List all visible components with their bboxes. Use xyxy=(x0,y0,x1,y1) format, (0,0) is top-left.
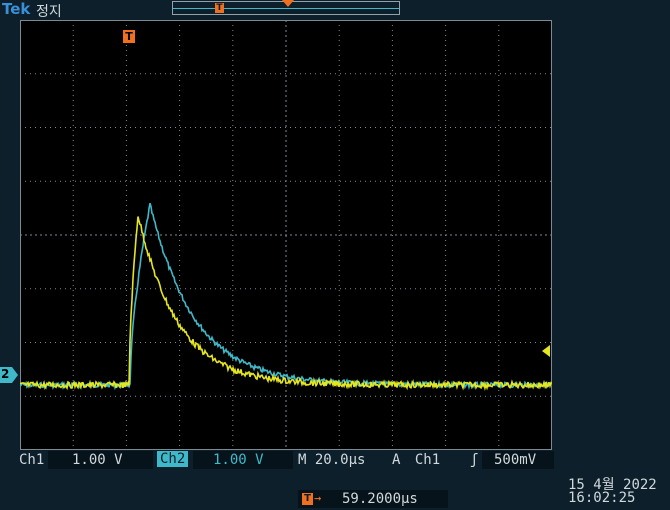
arrow-right-icon: → xyxy=(314,491,322,505)
ch2-scale: 1.00 V xyxy=(213,452,264,468)
trigger-source-readout[interactable]: A Ch1 xyxy=(392,452,440,468)
ch1-scale: 1.00 V xyxy=(72,452,123,468)
trigger-source: Ch1 xyxy=(414,452,441,468)
trigger-level-marker-icon xyxy=(542,345,550,357)
ch2-ground-marker: 2 xyxy=(0,367,18,383)
ch1-label[interactable]: Ch1 xyxy=(19,452,44,468)
trigger-position-value: 59.2000µs xyxy=(342,491,418,507)
record-line xyxy=(173,8,399,9)
trigger-level-box[interactable]: ʃ 500mV xyxy=(470,451,554,469)
graticule-svg xyxy=(20,20,552,450)
ch2-ground-label: 2 xyxy=(1,367,10,381)
trigger-position-readout[interactable]: T → 59.2000µs xyxy=(298,490,448,508)
ch1-waveform xyxy=(20,216,552,391)
ch2-scale-box[interactable]: 1.00 V xyxy=(193,451,293,469)
ch2-label[interactable]: Ch2 xyxy=(157,451,189,467)
record-trigger-marker: T xyxy=(215,3,224,13)
horizontal-scale[interactable]: M 20.0µs xyxy=(298,452,365,468)
trigger-level: 500mV xyxy=(494,452,537,468)
waveform-display xyxy=(20,20,552,450)
trigger-position-icon: T xyxy=(302,493,313,505)
readout-bar: Ch1 1.00 V Ch2 1.00 V M 20.0µs A Ch1 ʃ 5… xyxy=(0,450,670,510)
trigger-position-arrow-icon xyxy=(282,0,294,7)
ch1-scale-box[interactable]: 1.00 V xyxy=(48,451,153,469)
tek-logo: Tek xyxy=(2,0,31,18)
top-status-bar: Tek 정지 T xyxy=(0,0,670,20)
acquisition-status: 정지 xyxy=(36,4,62,20)
trigger-mode: A xyxy=(392,452,401,468)
time-readout: 16:02:25 xyxy=(568,490,636,506)
rising-edge-icon: ʃ xyxy=(470,452,479,468)
trigger-time-marker: T xyxy=(123,30,135,43)
